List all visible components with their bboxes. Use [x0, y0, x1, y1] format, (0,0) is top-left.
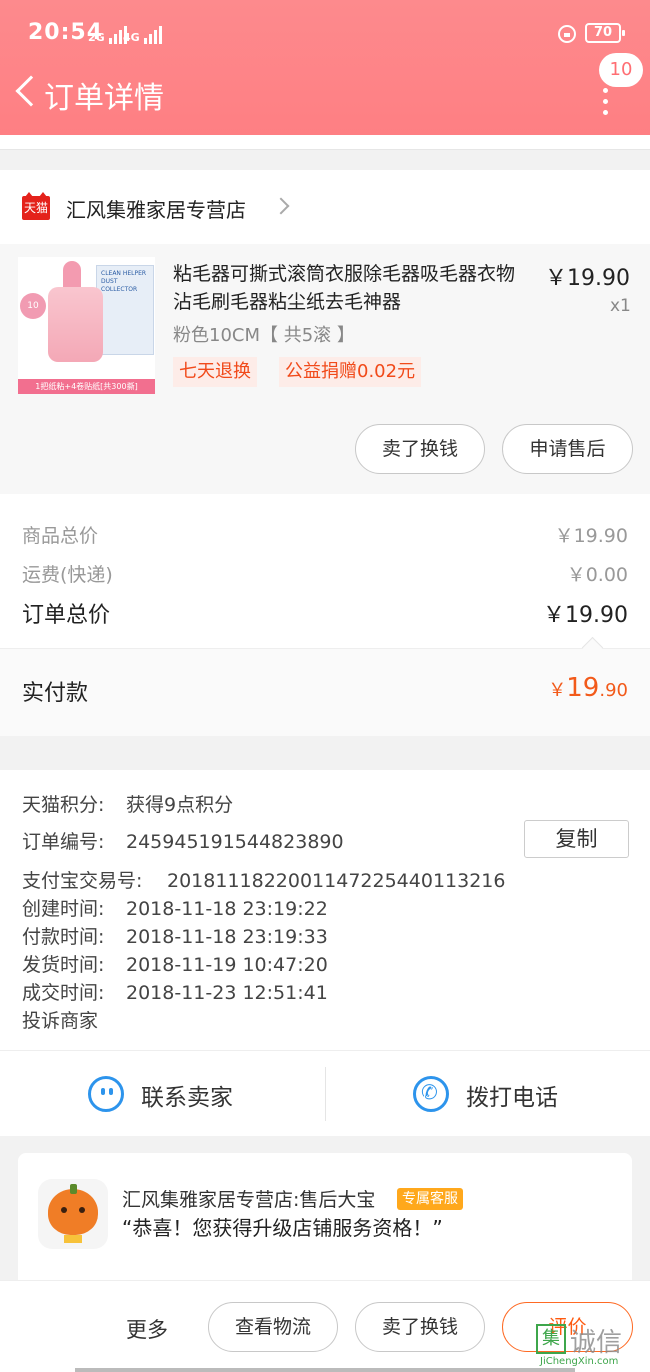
lock-icon	[558, 25, 576, 43]
order-number-label: 订单编号:	[22, 831, 105, 853]
completed-time-label: 成交时间:	[22, 982, 105, 1004]
apply-after-sale-button[interactable]: 申请售后	[502, 424, 633, 474]
paid-currency: ￥	[548, 680, 567, 701]
product-image[interactable]: CLEAN HELPER DUST COLLECTOR 10 1把纸粘+4卷贴纸…	[18, 257, 155, 394]
tmall-logo-icon: 天猫	[22, 192, 50, 220]
pumpkin-mascot-icon	[48, 1189, 98, 1235]
shipped-time-label: 发货时间:	[22, 954, 105, 976]
copy-order-number-button[interactable]: 复制	[524, 820, 629, 858]
order-number-value: 245945191544823890	[126, 831, 344, 853]
completed-time-value: 2018-11-23 12:51:41	[126, 982, 328, 1004]
product-item[interactable]: CLEAN HELPER DUST COLLECTOR 10 1把纸粘+4卷贴纸…	[0, 244, 650, 494]
service-tag-return: 七天退换	[173, 357, 257, 387]
chat-smile-icon	[88, 1076, 124, 1112]
alipay-row: 支付宝交易号: 2018111822001147225440113216	[22, 866, 505, 893]
app-header: 20:54 2G 4G 70 订单详情 10	[0, 0, 650, 135]
status-bar: 20:54 2G 4G 70	[0, 0, 650, 64]
completed-time-row: 成交时间: 2018-11-23 12:51:41	[22, 978, 328, 1005]
more-button[interactable]: 更多	[126, 1314, 168, 1344]
call-phone-label: 拨打电话	[466, 1085, 558, 1111]
shop-name[interactable]: 汇风集雅家居专营店	[66, 194, 246, 223]
goods-total-value: ￥19.90	[554, 525, 628, 547]
message-count-badge[interactable]: 10	[599, 53, 643, 87]
signal-label: 2G	[88, 31, 105, 44]
points-value: 获得9点积分	[126, 794, 234, 816]
alipay-label: 支付宝交易号:	[22, 870, 143, 892]
product-title[interactable]: 粘毛器可撕式滚筒衣服除毛器吸毛器衣物沾毛刷毛器粘尘纸去毛神器	[173, 260, 533, 316]
product-image-banner: 1把纸粘+4卷贴纸[共300撕]	[18, 379, 155, 394]
shipped-time-value: 2018-11-19 10:47:20	[126, 954, 328, 976]
paid-integer: 19	[566, 673, 600, 703]
battery-icon: 70	[585, 23, 625, 43]
call-phone-button[interactable]: 拨打电话	[326, 1051, 650, 1137]
header-spacer	[0, 135, 650, 150]
signal-icon: 4G	[123, 26, 164, 44]
product-box-image: CLEAN HELPER DUST COLLECTOR	[96, 265, 154, 355]
watermark-logo: 集	[536, 1324, 566, 1354]
complain-seller-link[interactable]: 投诉商家	[22, 1006, 98, 1033]
points-label: 天猫积分:	[22, 794, 105, 816]
bow-tie-icon	[64, 1235, 82, 1243]
order-number-row: 订单编号: 245945191544823890	[22, 827, 344, 854]
service-avatar	[38, 1179, 108, 1249]
points-row: 天猫积分: 获得9点积分	[22, 790, 233, 817]
created-time-value: 2018-11-18 23:19:22	[126, 898, 328, 920]
page-title: 订单详情	[44, 81, 164, 116]
service-tag-donation: 公益捐赠0.02元	[279, 357, 422, 387]
product-quantity: x1	[610, 296, 631, 316]
paid-decimal: .90	[599, 680, 628, 701]
home-indicator	[75, 1368, 575, 1372]
more-menu-icon[interactable]	[603, 88, 609, 121]
watermark: 集 诚信 JiChengXin.com	[534, 1322, 650, 1372]
shipping-value: ￥0.00	[566, 564, 628, 586]
phone-icon	[413, 1076, 449, 1112]
pumpkin-stem	[70, 1184, 77, 1194]
roller-image	[48, 287, 103, 362]
view-logistics-button[interactable]: 查看物流	[208, 1302, 338, 1352]
contact-seller-label: 联系卖家	[141, 1085, 233, 1111]
goods-total-label: 商品总价	[22, 525, 99, 547]
price-summary: 商品总价 ￥19.90 运费(快递) ￥0.00 订单总价 ￥19.90	[0, 510, 650, 648]
contact-seller-button[interactable]: 联系卖家	[0, 1051, 325, 1137]
created-time-label: 创建时间:	[22, 898, 105, 920]
created-time-row: 创建时间: 2018-11-18 23:19:22	[22, 894, 328, 921]
spacer	[0, 494, 650, 510]
back-arrow-icon[interactable]	[15, 75, 47, 107]
order-info: 天猫积分: 获得9点积分 订单编号: 245945191544823890 复制 支…	[0, 770, 650, 1050]
paid-time-value: 2018-11-18 23:19:33	[126, 926, 328, 948]
paid-time-row: 付款时间: 2018-11-18 23:19:33	[22, 922, 328, 949]
shipped-time-row: 发货时间: 2018-11-19 10:47:20	[22, 950, 328, 977]
service-agent-name: 汇风集雅家居专营店:售后大宝	[122, 1189, 376, 1211]
order-total-label: 订单总价	[22, 603, 111, 628]
alipay-value: 2018111822001147225440113216	[167, 870, 506, 892]
paid-amount-row: 实付款 ￥19.90	[0, 648, 650, 736]
sell-for-cash-bottom-button[interactable]: 卖了换钱	[355, 1302, 485, 1352]
signal-label: 4G	[123, 31, 140, 44]
order-total-value: ￥19.90	[543, 603, 628, 628]
product-price: ￥19.90	[545, 266, 630, 291]
service-message: “恭喜！您获得升级店铺服务资格！”	[122, 1216, 443, 1240]
watermark-url: JiChengXin.com	[540, 1356, 619, 1367]
shop-row[interactable]: 天猫 汇风集雅家居专营店	[0, 170, 650, 244]
product-image-tag: 10	[20, 293, 46, 319]
exclusive-service-badge: 专属客服	[397, 1188, 463, 1210]
paid-label: 实付款	[22, 681, 89, 706]
contact-bar: 联系卖家 拨打电话	[0, 1050, 650, 1136]
chevron-right-icon	[272, 197, 290, 215]
paid-time-label: 付款时间:	[22, 926, 105, 948]
shipping-label: 运费(快递)	[22, 564, 113, 586]
product-spec: 粉色10CM【 共5滚 】	[173, 325, 355, 346]
service-chat-card[interactable]: 汇风集雅家居专营店:售后大宝 专属客服 “恭喜！您获得升级店铺服务资格！”	[18, 1153, 632, 1293]
sell-for-cash-button[interactable]: 卖了换钱	[355, 424, 485, 474]
watermark-text: 诚信	[570, 1328, 623, 1358]
paid-value: ￥19.90	[548, 673, 628, 703]
